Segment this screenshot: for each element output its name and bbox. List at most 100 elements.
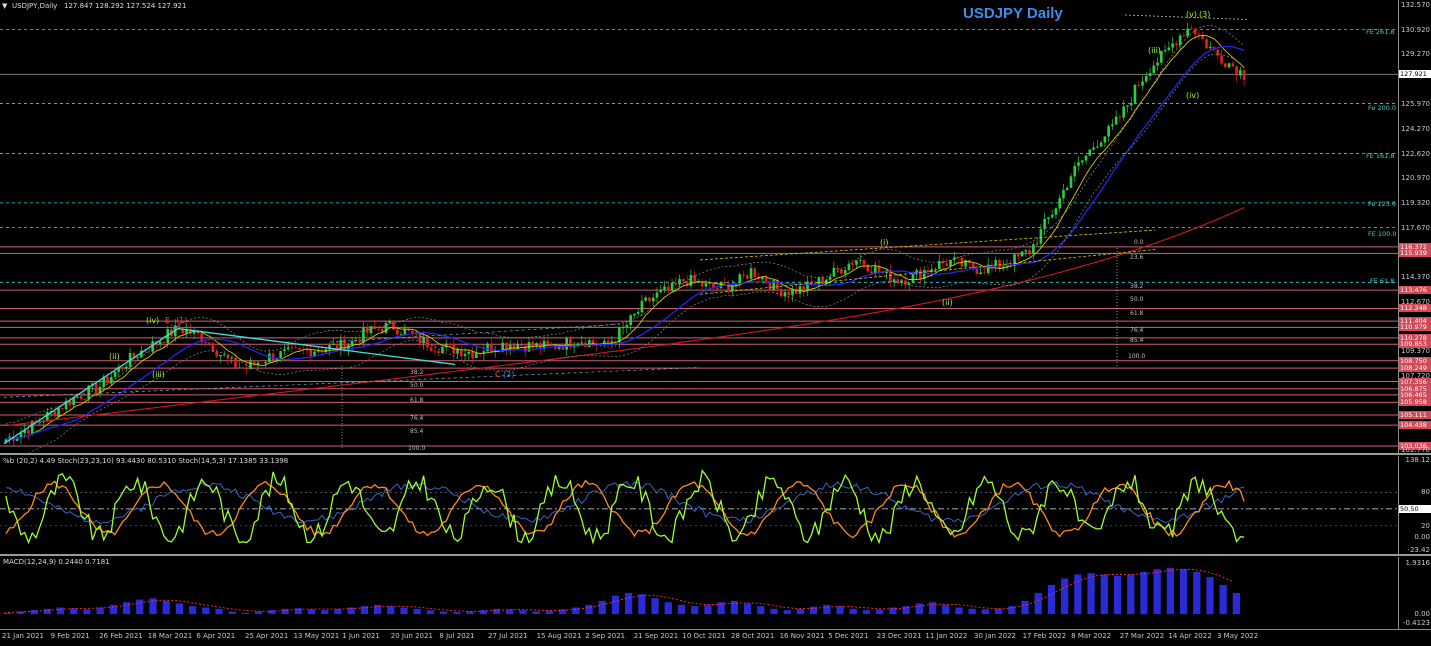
candle-body bbox=[215, 351, 218, 357]
candle-body bbox=[79, 396, 83, 400]
candle-body bbox=[1118, 116, 1122, 118]
candle-body bbox=[787, 292, 791, 296]
candle-body bbox=[719, 282, 723, 289]
stochastic-axis-label: -23.42 bbox=[1407, 546, 1430, 554]
candle-body bbox=[870, 271, 873, 274]
candle-body bbox=[821, 277, 824, 285]
candle-body bbox=[332, 343, 335, 346]
candle-body bbox=[794, 288, 798, 294]
time-axis-label: 27 Jul 2021 bbox=[488, 632, 528, 640]
candle-body bbox=[1208, 46, 1212, 49]
time-axis[interactable]: 21 Jan 2021 9 Feb 2021 26 Feb 2021 18 Mar 2… bbox=[0, 629, 1431, 646]
macd-histogram-bar bbox=[387, 606, 395, 615]
candle-body bbox=[862, 259, 866, 265]
candle-body bbox=[448, 343, 452, 345]
candle-body bbox=[426, 336, 429, 348]
candle-body bbox=[1182, 35, 1186, 37]
candle-body bbox=[1242, 70, 1246, 81]
candle-body bbox=[1028, 250, 1031, 254]
macd-axis-label: 1.9316 bbox=[1405, 559, 1431, 567]
candle-body bbox=[708, 283, 711, 284]
macd-histogram-bar bbox=[598, 600, 606, 615]
candle-body bbox=[666, 286, 670, 291]
channel-line bbox=[699, 229, 1156, 261]
candle-body bbox=[1069, 176, 1073, 188]
candle-body bbox=[1129, 102, 1133, 106]
symbol-menu-icon[interactable]: ▼ bbox=[2, 2, 7, 10]
candle-body bbox=[1175, 43, 1178, 45]
wave-label: (1) bbox=[176, 316, 188, 325]
time-axis-label: 17 Feb 2022 bbox=[1022, 632, 1067, 640]
stochastic-panel[interactable]: %b (20,2) 4.49 Stoch(23,23,10) 93.4430 8… bbox=[0, 456, 1398, 554]
candle-body bbox=[286, 347, 290, 350]
candle-body bbox=[27, 429, 30, 434]
candle-body bbox=[840, 269, 843, 274]
candle-body bbox=[45, 411, 49, 422]
time-axis-label: 25 Apr 2021 bbox=[245, 632, 289, 640]
candle-body bbox=[83, 399, 87, 401]
macd-histogram-bar bbox=[942, 604, 950, 615]
time-axis-label: 8 Jul 2021 bbox=[439, 632, 475, 640]
time-axis-label: 27 Mar 2022 bbox=[1119, 632, 1165, 640]
candle-body bbox=[245, 368, 249, 370]
candle-body bbox=[1223, 63, 1227, 68]
candle-body bbox=[644, 297, 648, 301]
candle-body bbox=[858, 259, 862, 261]
candle-body bbox=[983, 272, 986, 274]
candle-body bbox=[678, 279, 681, 285]
candle-body bbox=[975, 268, 979, 275]
candle-body bbox=[437, 351, 441, 353]
wave-label: (i) bbox=[880, 238, 889, 247]
macd-histogram-bar bbox=[281, 608, 289, 615]
macd-histogram-bar bbox=[1166, 567, 1174, 615]
candle-body bbox=[836, 267, 839, 270]
price-chart-panel[interactable]: ▼ USDJPY,Daily 127.847 128.292 127.524 1… bbox=[0, 0, 1398, 453]
candle-body bbox=[1077, 162, 1080, 166]
candle-body bbox=[1227, 63, 1231, 68]
candle-body bbox=[682, 279, 685, 282]
macd-histogram-bar bbox=[453, 611, 461, 615]
wave-label: (iv) bbox=[146, 316, 160, 325]
candle-body bbox=[723, 282, 727, 284]
fib-level-label: 50.0 bbox=[410, 382, 424, 389]
macd-histogram-bar bbox=[823, 604, 831, 615]
macd-axis[interactable]: 1.9316 0.00 -0.4123 bbox=[1398, 557, 1431, 629]
candle-body bbox=[934, 269, 937, 270]
price-axis-label: 114.370 bbox=[1401, 272, 1430, 281]
candle-body bbox=[851, 263, 855, 265]
candle-body bbox=[659, 289, 663, 293]
candle-body bbox=[621, 327, 625, 329]
candle-body bbox=[550, 343, 553, 345]
price-axis-label: 102.770 bbox=[1401, 446, 1430, 453]
candle-body bbox=[1035, 243, 1039, 245]
panel-separator[interactable] bbox=[0, 554, 1431, 556]
macd-histogram-bar bbox=[1061, 578, 1069, 615]
macd-histogram-bar bbox=[268, 610, 276, 615]
candle-body bbox=[640, 300, 644, 313]
fib-level-label: 38.2 bbox=[410, 369, 424, 376]
price-axis[interactable]: 132.570 130.920 129.270 127.921 125.970 124.2… bbox=[1398, 0, 1431, 453]
fib-level-label: 0.0 bbox=[1134, 239, 1144, 246]
time-axis-label: 26 Feb 2021 bbox=[99, 632, 143, 640]
candle-body bbox=[147, 351, 151, 353]
candle-body bbox=[520, 344, 523, 346]
candle-body bbox=[76, 396, 79, 398]
ma-slow-line bbox=[5, 207, 1245, 427]
stochastic-axis-label: 20 bbox=[1421, 521, 1430, 530]
panel-separator[interactable] bbox=[0, 453, 1431, 455]
candle-body bbox=[670, 282, 674, 291]
candle-body bbox=[1084, 155, 1088, 161]
candle-body bbox=[358, 340, 361, 343]
candle-body bbox=[433, 350, 437, 352]
stochastic-axis[interactable]: 138.12 80 50.50 20 0.00 -23.42 bbox=[1398, 456, 1431, 554]
time-axis-label: 23 Dec 2021 bbox=[876, 632, 922, 640]
macd-histogram-bar bbox=[426, 610, 435, 615]
price-chart-svg bbox=[0, 14, 1398, 453]
macd-histogram-bar bbox=[228, 611, 236, 615]
candle-body bbox=[290, 347, 294, 349]
candle-body bbox=[57, 408, 60, 417]
macd-histogram-bar bbox=[625, 592, 633, 615]
macd-panel[interactable]: MACD(12,24,9) 0.2440 0.7181 bbox=[0, 557, 1398, 629]
price-level-tag: 112.248 bbox=[1399, 304, 1431, 313]
price-axis-label: 130.920 bbox=[1401, 25, 1430, 34]
